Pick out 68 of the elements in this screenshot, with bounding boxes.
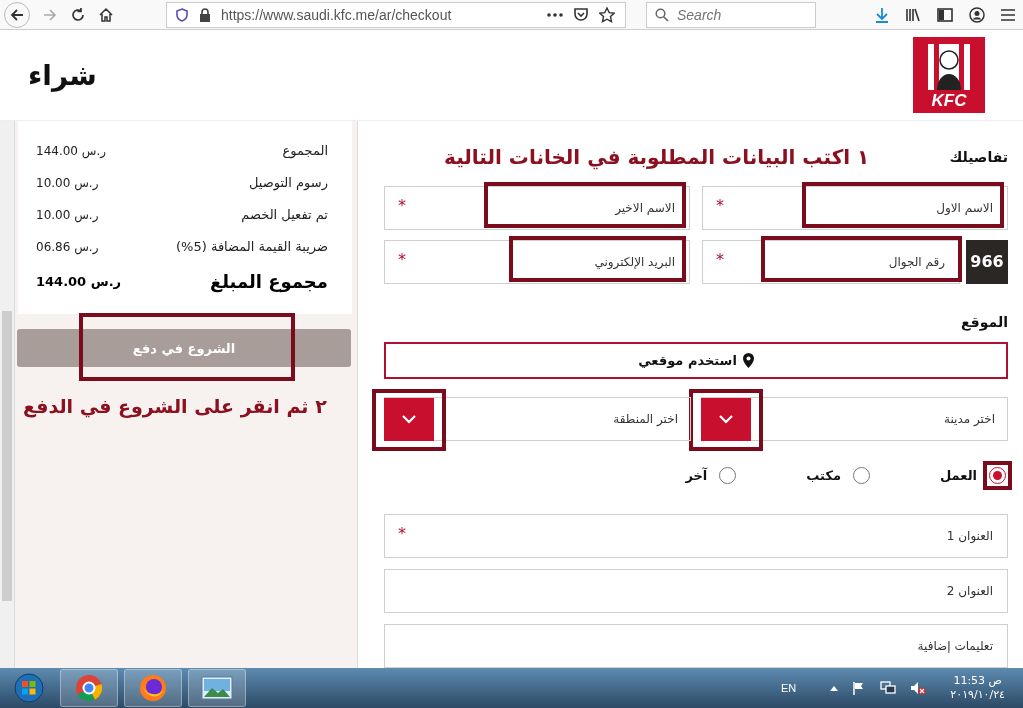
account-icon[interactable] bbox=[969, 6, 985, 23]
back-arrow-icon bbox=[9, 6, 25, 23]
taskbar-app-button[interactable] bbox=[124, 669, 182, 707]
input-field[interactable]: تعليمات إضافية bbox=[384, 624, 1008, 668]
landscape-icon bbox=[201, 676, 233, 700]
summary-value: 144.00 ر.س bbox=[36, 143, 107, 158]
radio-button[interactable] bbox=[989, 467, 1006, 484]
section-heading: الموقع bbox=[960, 313, 1008, 330]
reload-icon[interactable] bbox=[70, 6, 86, 23]
summary-label: رسوم التوصيل bbox=[248, 175, 328, 190]
globe-icon bbox=[139, 674, 167, 702]
annotation-text: ٢ ثم انقر على الشروع في الدفع bbox=[23, 395, 327, 417]
radio-button[interactable] bbox=[719, 467, 737, 484]
total-value: 144.00 ر.س bbox=[36, 274, 122, 289]
location-pin-icon bbox=[742, 352, 754, 368]
search-icon bbox=[655, 7, 669, 22]
required-mark: * bbox=[398, 251, 406, 268]
chevron-down-icon bbox=[718, 414, 734, 424]
home-icon[interactable] bbox=[98, 6, 114, 23]
summary-value: 10.00 ر.س bbox=[36, 175, 99, 190]
clock-date: ٢٠١٩/١٠/٢٤ bbox=[950, 688, 1005, 703]
radio-label: مكتب bbox=[806, 468, 841, 483]
required-mark: * bbox=[716, 197, 724, 214]
caret-up-icon[interactable] bbox=[830, 685, 839, 691]
logo-text: KFC bbox=[931, 92, 967, 109]
required-mark: * bbox=[398, 526, 406, 542]
clock[interactable]: 11:53 ص ٢٠١٩/١٠/٢٤ bbox=[950, 673, 1005, 703]
radio-label: آخر bbox=[685, 468, 708, 483]
scrollbar[interactable] bbox=[0, 121, 15, 668]
kfc-logo[interactable]: KFC bbox=[913, 37, 985, 113]
summary-label: تم تفعيل الخصم bbox=[241, 207, 328, 222]
download-icon[interactable] bbox=[875, 6, 889, 23]
radio-button[interactable] bbox=[853, 467, 870, 484]
chevron-down-icon bbox=[401, 414, 417, 424]
search-field[interactable]: Search bbox=[646, 1, 816, 28]
annotation-text: ١ اكتب البيانات المطلوبة في الخانات التالية bbox=[444, 145, 870, 170]
library-icon[interactable] bbox=[905, 6, 921, 23]
required-mark: * bbox=[398, 197, 406, 214]
colored-circle-icon bbox=[75, 674, 103, 702]
radio-label: العمل bbox=[940, 468, 977, 483]
taskbar-app-button[interactable] bbox=[188, 669, 246, 707]
more-icon[interactable] bbox=[547, 12, 563, 17]
language-indicator[interactable]: EN bbox=[781, 682, 797, 694]
input-field[interactable]: العنوان 2 bbox=[384, 569, 1008, 613]
dropdown[interactable]: اختر المنطقة bbox=[384, 397, 691, 441]
summary-label: ضريبة القيمة المضافة (5%) bbox=[176, 239, 328, 254]
summary-label: المجموع bbox=[282, 143, 328, 158]
shield-icon[interactable] bbox=[175, 7, 189, 22]
lock-icon bbox=[199, 7, 211, 22]
summary-value: 06.86 ر.س bbox=[36, 239, 99, 254]
dropdown[interactable]: اختر مدينة bbox=[701, 397, 1008, 441]
star-icon[interactable] bbox=[599, 6, 615, 23]
url-text: https://www.saudi.kfc.me/ar/checkout bbox=[221, 6, 453, 23]
summary-value: 10.00 ر.س bbox=[36, 207, 99, 222]
total-label: مجموع المبلغ bbox=[209, 271, 328, 292]
taskbar-app-button[interactable] bbox=[60, 669, 118, 707]
clock-time: 11:53 ص bbox=[953, 673, 1002, 688]
section-heading: تفاصيلك bbox=[949, 149, 1008, 166]
pocket-icon[interactable] bbox=[573, 7, 589, 22]
use-location-button[interactable]: استخدم موقعي bbox=[384, 341, 1008, 379]
page-title: شراء bbox=[28, 58, 97, 92]
network-icon[interactable] bbox=[880, 681, 897, 695]
address-bar[interactable]: https://www.saudi.kfc.me/ar/checkout bbox=[166, 1, 626, 28]
menu-icon[interactable] bbox=[1001, 8, 1015, 21]
required-mark: * bbox=[716, 251, 724, 268]
sidebar-icon[interactable] bbox=[937, 7, 953, 22]
country-code: 966 bbox=[966, 239, 1008, 284]
volume-muted-icon[interactable] bbox=[910, 681, 927, 695]
